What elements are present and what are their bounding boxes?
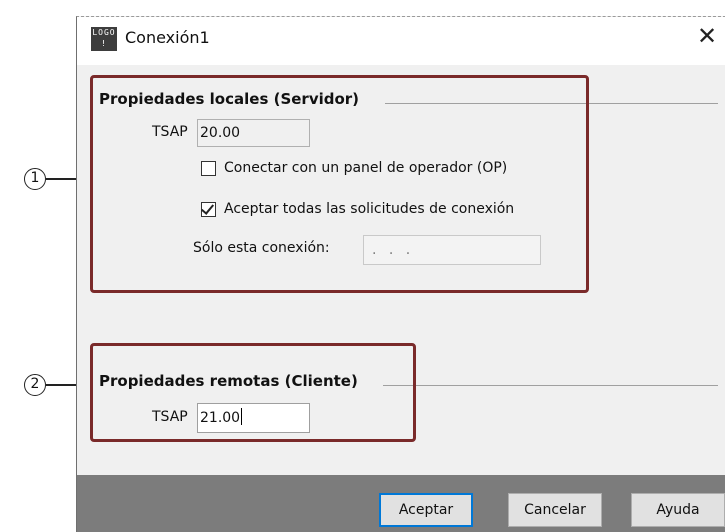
callout-2: 2 — [24, 374, 46, 396]
title-bar: LOGO! Conexión1 ✕ — [77, 17, 725, 65]
window-title: Conexión1 — [125, 28, 210, 47]
help-button[interactable]: Ayuda — [631, 493, 725, 527]
close-button[interactable]: ✕ — [689, 19, 725, 55]
connection-dialog: LOGO! Conexión1 ✕ Propiedades locales (S… — [76, 16, 725, 532]
remote-properties-highlight — [90, 343, 416, 442]
logo-app-icon: LOGO! — [91, 27, 117, 51]
close-icon: ✕ — [696, 22, 718, 50]
callout-1-label: 1 — [30, 170, 40, 186]
cancel-button[interactable]: Cancelar — [508, 493, 602, 527]
remote-properties-divider — [383, 385, 718, 386]
callout-1: 1 — [24, 168, 46, 190]
accept-button[interactable]: Aceptar — [379, 493, 473, 527]
button-bar: Aceptar Cancelar Ayuda — [77, 475, 725, 532]
local-properties-highlight — [90, 75, 589, 293]
callout-2-label: 2 — [30, 376, 40, 392]
